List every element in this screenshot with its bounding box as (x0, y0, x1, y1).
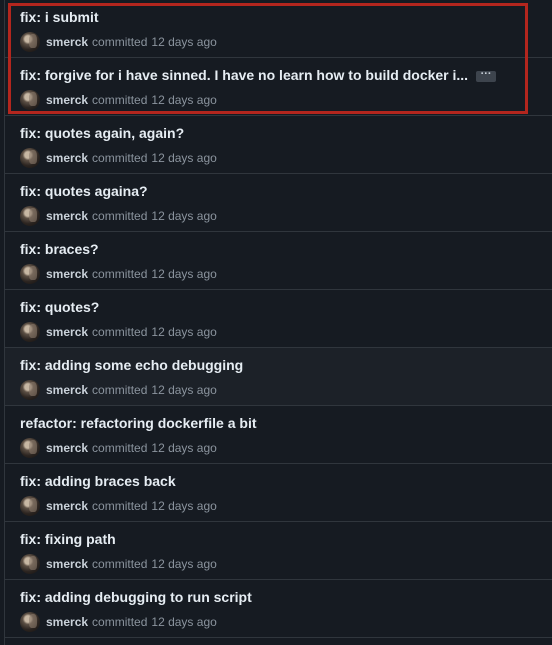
committed-label: committed (92, 93, 148, 107)
committed-label: committed (92, 151, 148, 165)
avatar[interactable] (20, 206, 40, 226)
commit-time: 12 days ago (151, 209, 217, 223)
commit-time: 12 days ago (151, 615, 217, 629)
commit-meta: smerck committed 12 days ago (20, 90, 217, 110)
committed-label: committed (92, 35, 148, 49)
avatar[interactable] (20, 148, 40, 168)
commit-author[interactable]: smerck (46, 383, 88, 397)
commit-time: 12 days ago (151, 325, 217, 339)
commit-author[interactable]: smerck (46, 209, 88, 223)
commit-author[interactable]: smerck (46, 499, 88, 513)
commit-author[interactable]: smerck (46, 557, 88, 571)
expand-message-button[interactable]: ··· (476, 68, 497, 82)
commit-time: 12 days ago (151, 93, 217, 107)
avatar[interactable] (20, 322, 40, 342)
commit-author[interactable]: smerck (46, 35, 88, 49)
commit-title[interactable]: fix: quotes again, again? (20, 125, 184, 141)
commit-time: 12 days ago (151, 267, 217, 281)
committed-label: committed (92, 557, 148, 571)
commit-meta: smerck committed 12 days ago (20, 612, 217, 632)
committed-label: committed (92, 267, 148, 281)
committed-label: committed (92, 209, 148, 223)
commit-meta: smerck committed 12 days ago (20, 264, 217, 284)
commit-meta: smerck committed 12 days ago (20, 496, 217, 516)
avatar[interactable] (20, 264, 40, 284)
avatar[interactable] (20, 380, 40, 400)
commit-row[interactable]: fix: adding debugging to run script smer… (5, 580, 552, 638)
commit-title[interactable]: fix: quotes againa? (20, 183, 148, 199)
commit-author[interactable]: smerck (46, 267, 88, 281)
commit-list: fix: i submit smerck committed 12 days a… (4, 0, 552, 645)
commit-row[interactable]: fix: quotes againa? smerck committed 12 … (5, 174, 552, 232)
commit-meta: smerck committed 12 days ago (20, 438, 217, 458)
commit-author[interactable]: smerck (46, 615, 88, 629)
avatar[interactable] (20, 438, 40, 458)
commit-title[interactable]: fix: quotes? (20, 299, 99, 315)
commit-author[interactable]: smerck (46, 93, 88, 107)
commit-time: 12 days ago (151, 441, 217, 455)
commit-title-wrapper: fix: forgive for i have sinned. I have n… (20, 67, 497, 83)
avatar[interactable] (20, 612, 40, 632)
commit-row[interactable]: fix: i submit smerck committed 12 days a… (5, 0, 552, 58)
commit-title[interactable]: fix: adding debugging to run script (20, 589, 252, 605)
commit-title[interactable]: fix: fixing path (20, 531, 116, 547)
commit-row[interactable]: refactor: refactoring dockerfile a bit s… (5, 406, 552, 464)
commit-title[interactable]: refactor: refactoring dockerfile a bit (20, 415, 257, 431)
commit-row[interactable]: fix: quotes? smerck committed 12 days ag… (5, 290, 552, 348)
commit-row[interactable]: fix: forgive for i have sinned. I have n… (5, 58, 552, 116)
commit-title[interactable]: fix: adding braces back (20, 473, 176, 489)
committed-label: committed (92, 325, 148, 339)
avatar[interactable] (20, 32, 40, 52)
commit-time: 12 days ago (151, 151, 217, 165)
commit-meta: smerck committed 12 days ago (20, 148, 217, 168)
commit-author[interactable]: smerck (46, 441, 88, 455)
committed-label: committed (92, 383, 148, 397)
commit-title[interactable]: fix: i submit (20, 9, 99, 25)
commit-meta: smerck committed 12 days ago (20, 380, 217, 400)
commit-time: 12 days ago (151, 383, 217, 397)
commit-meta: smerck committed 12 days ago (20, 322, 217, 342)
commit-meta: smerck committed 12 days ago (20, 554, 217, 574)
commit-time: 12 days ago (151, 35, 217, 49)
committed-label: committed (92, 615, 148, 629)
commit-title[interactable]: fix: forgive for i have sinned. I have n… (20, 67, 468, 83)
commit-time: 12 days ago (151, 557, 217, 571)
commit-row[interactable]: fix: adding braces back smerck committed… (5, 464, 552, 522)
committed-label: committed (92, 499, 148, 513)
commit-row[interactable]: fix: braces? smerck committed 12 days ag… (5, 232, 552, 290)
commit-row[interactable]: fix: adding some echo debugging smerck c… (5, 348, 552, 406)
avatar[interactable] (20, 496, 40, 516)
commit-time: 12 days ago (151, 499, 217, 513)
commit-author[interactable]: smerck (46, 325, 88, 339)
avatar[interactable] (20, 554, 40, 574)
commit-meta: smerck committed 12 days ago (20, 32, 217, 52)
commit-title[interactable]: fix: adding some echo debugging (20, 357, 243, 373)
committed-label: committed (92, 441, 148, 455)
commit-meta: smerck committed 12 days ago (20, 206, 217, 226)
commit-title[interactable]: fix: braces? (20, 241, 99, 257)
avatar[interactable] (20, 90, 40, 110)
commit-author[interactable]: smerck (46, 151, 88, 165)
commit-row[interactable]: fix: quotes again, again? smerck committ… (5, 116, 552, 174)
commit-row[interactable]: fix: fixing path smerck committed 12 day… (5, 522, 552, 580)
